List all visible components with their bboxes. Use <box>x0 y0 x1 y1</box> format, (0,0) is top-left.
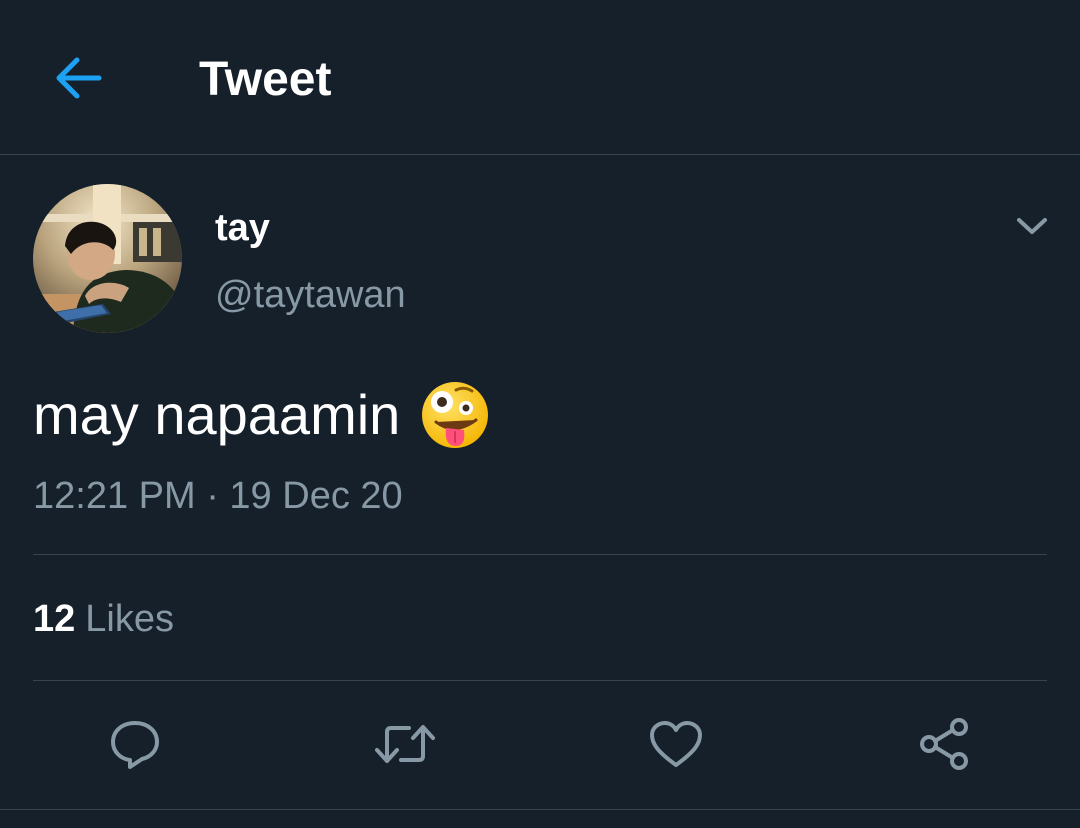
zany-face-emoji <box>422 382 489 448</box>
page-title: Tweet <box>199 53 332 106</box>
tweet-text: may napaamin <box>33 380 490 450</box>
divider <box>33 554 1047 555</box>
like-button[interactable] <box>644 712 708 776</box>
avatar[interactable] <box>33 184 182 333</box>
arrow-left-icon <box>56 57 102 99</box>
tweet-timestamp: 12:21 PM · 19 Dec 20 <box>33 475 403 517</box>
reply-button[interactable] <box>103 712 167 776</box>
avatar-photo <box>33 184 182 333</box>
likes-stat[interactable]: 12 Likes <box>33 597 174 641</box>
more-options-button[interactable] <box>1010 206 1054 246</box>
display-name[interactable]: tay <box>215 206 270 250</box>
back-button[interactable] <box>44 46 112 110</box>
user-handle[interactable]: @taytawan <box>215 273 406 317</box>
reply-icon <box>111 721 159 769</box>
retweet-icon <box>375 725 435 763</box>
share-icon <box>920 718 968 770</box>
divider <box>0 809 1080 810</box>
likes-label: Likes <box>85 598 174 640</box>
chevron-down-icon <box>1017 218 1047 234</box>
divider <box>33 680 1047 681</box>
retweet-button[interactable] <box>373 712 437 776</box>
tweet-text-content: may napaamin <box>33 383 401 446</box>
share-button[interactable] <box>913 712 977 776</box>
top-app-bar: Tweet <box>0 0 1080 155</box>
heart-icon <box>650 721 702 767</box>
likes-count: 12 <box>33 598 76 640</box>
